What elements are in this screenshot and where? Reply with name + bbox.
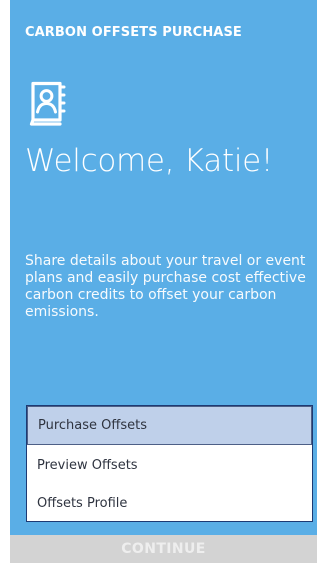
continue-button[interactable]: CONTINUE xyxy=(10,535,317,563)
carbon-offsets-screen: CARBON OFFSETS PURCHASE Welcome, Katie! … xyxy=(0,0,317,563)
address-book-icon xyxy=(24,79,70,127)
offsets-options-list: Purchase Offsets Preview Offsets Offsets… xyxy=(26,405,313,522)
purchase-offsets-label: Purchase Offsets xyxy=(38,418,147,433)
purchase-offsets-option[interactable]: Purchase Offsets xyxy=(27,406,312,445)
preview-offsets-label: Preview Offsets xyxy=(37,457,138,473)
offsets-profile-label: Offsets Profile xyxy=(37,495,128,511)
app-title: CARBON OFFSETS PURCHASE xyxy=(25,25,242,40)
continue-label: CONTINUE xyxy=(121,541,206,557)
preview-offsets-option[interactable]: Preview Offsets xyxy=(27,446,312,484)
welcome-heading: Welcome, Katie! xyxy=(25,143,274,179)
intro-description: Share details about your travel or event… xyxy=(25,253,306,320)
offsets-profile-option[interactable]: Offsets Profile xyxy=(27,484,312,522)
